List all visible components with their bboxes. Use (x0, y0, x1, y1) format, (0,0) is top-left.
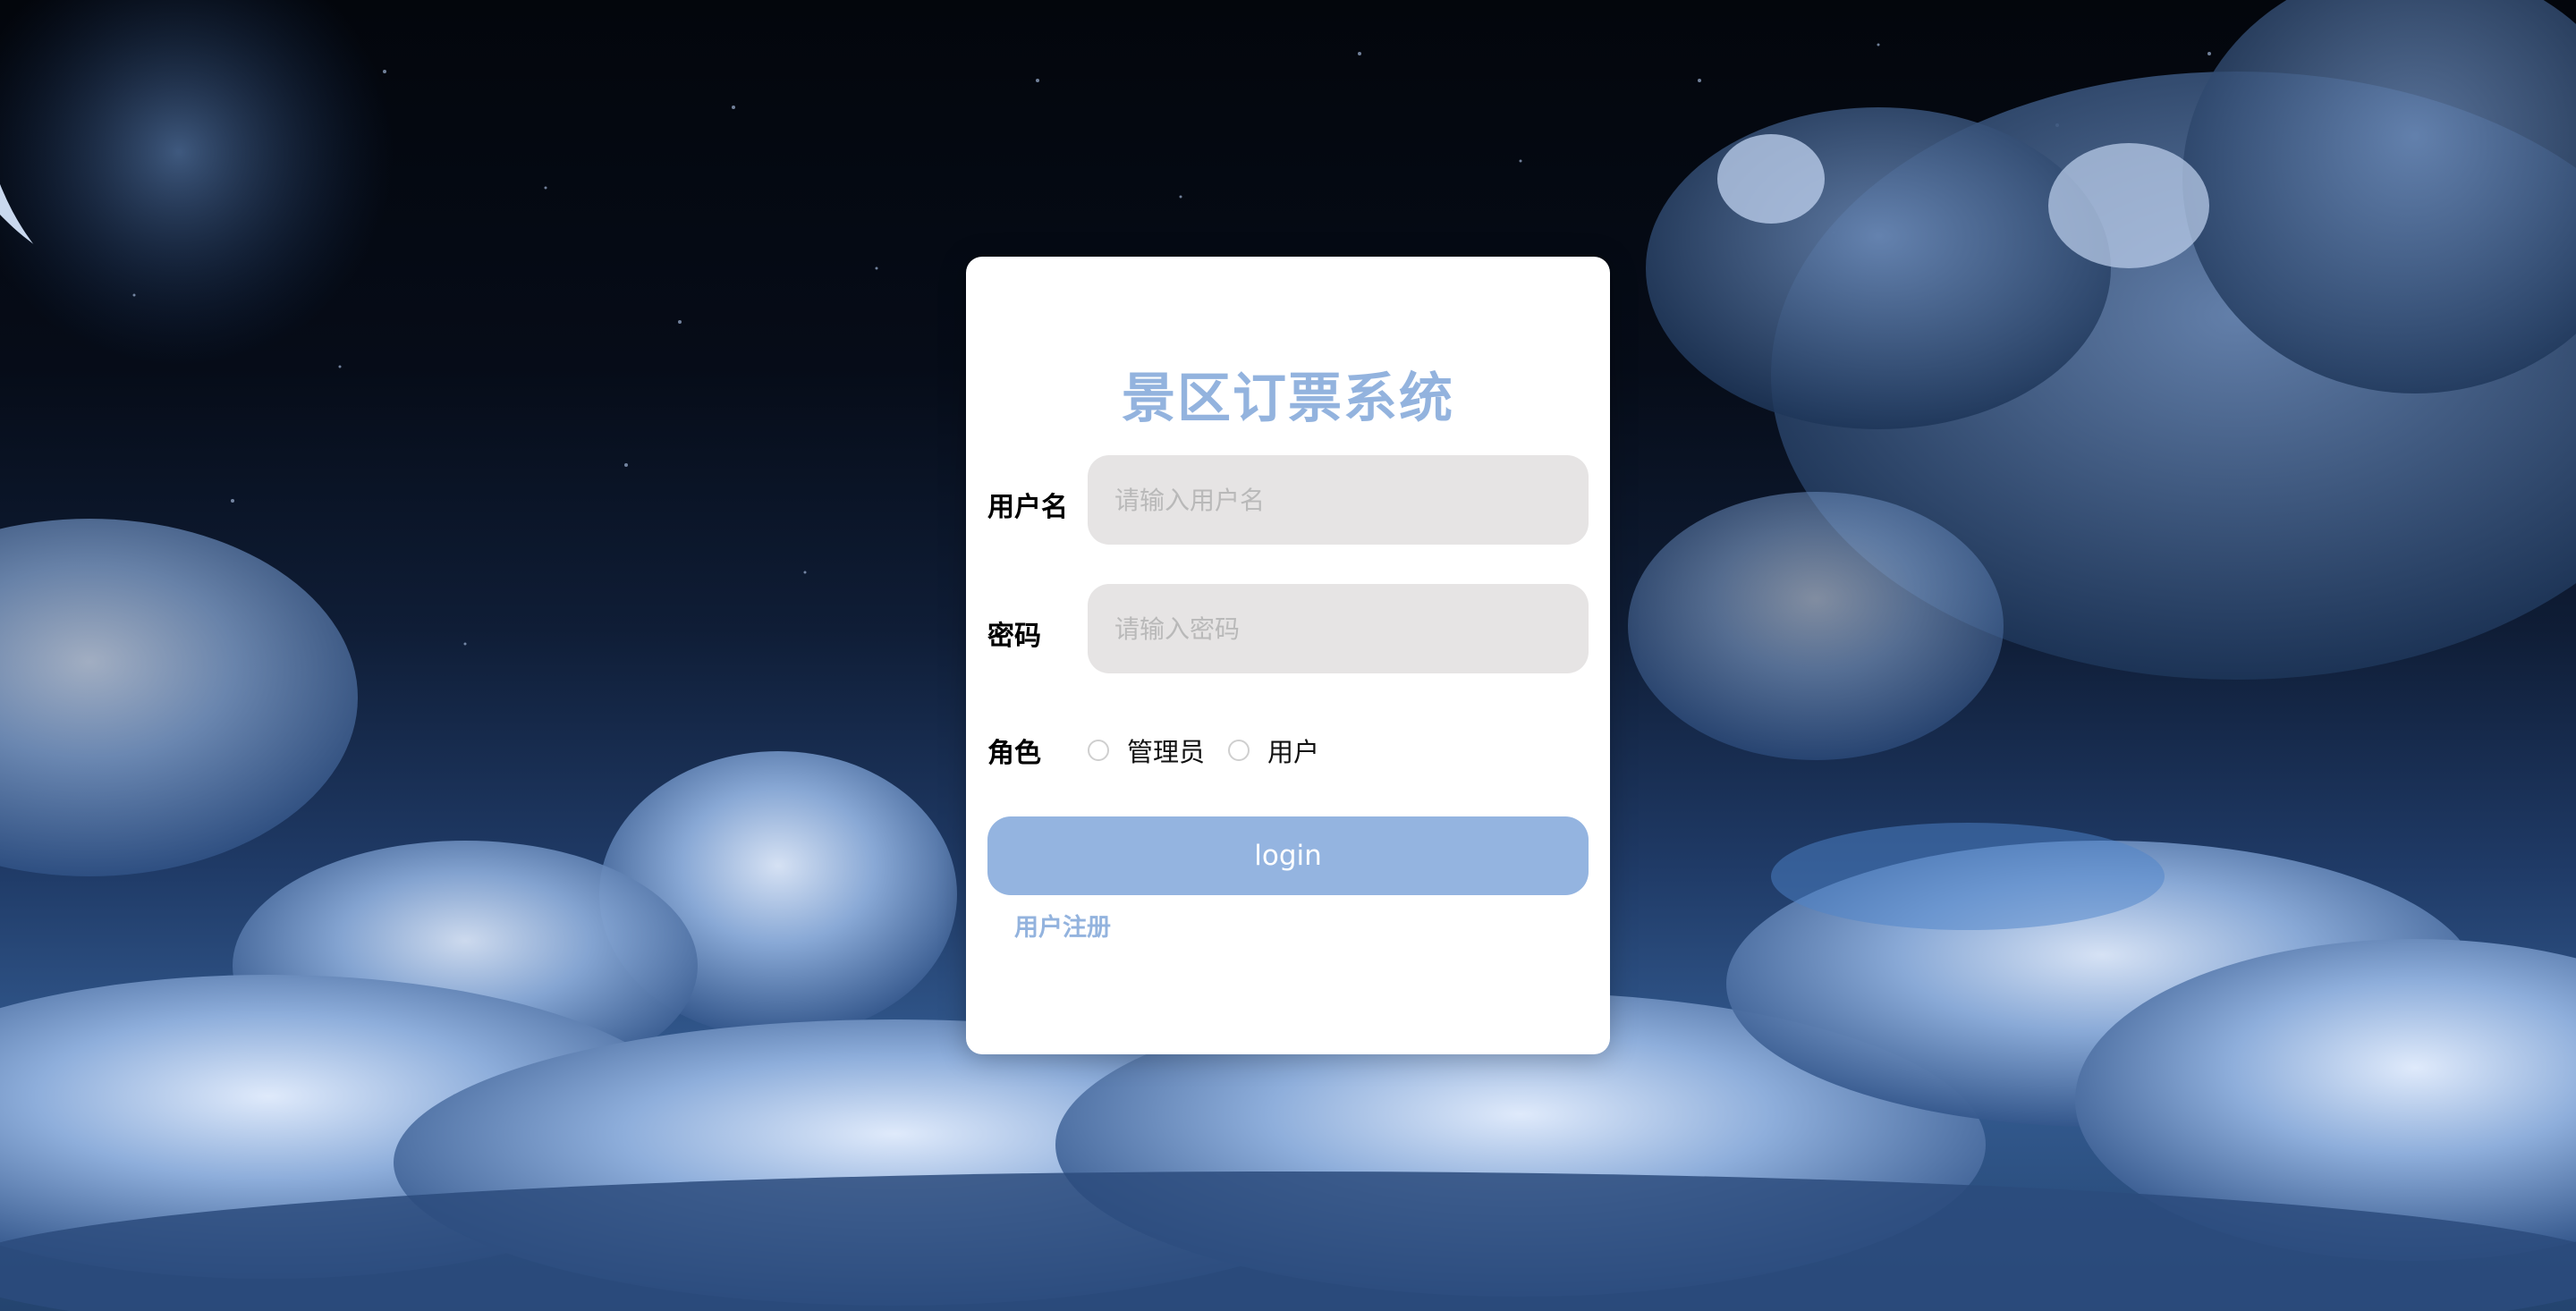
role-option-admin[interactable]: 管理员 (1088, 732, 1205, 769)
password-label: 密码 (987, 621, 1041, 652)
register-link[interactable]: 用户注册 (1014, 908, 1111, 943)
role-option-user-label: 用户 (1267, 737, 1320, 767)
role-label: 角色 (987, 738, 1041, 769)
role-option-admin-label: 管理员 (1127, 737, 1206, 767)
login-button[interactable]: login (987, 816, 1589, 895)
login-card: 景区订票系统 用户名 密码 角色 管理员 用户 login 用户注册 (966, 257, 1610, 1054)
role-option-user[interactable]: 用户 (1228, 732, 1319, 769)
radio-circle-icon[interactable] (1228, 740, 1250, 761)
radio-circle-icon[interactable] (1088, 740, 1109, 761)
moon-icon (0, 0, 447, 295)
role-radio-group: 管理员 用户 (1088, 731, 1343, 770)
password-input[interactable] (1088, 584, 1589, 673)
upper-clouds (1628, 0, 2576, 760)
system-title: 景区订票系统 (1122, 368, 1454, 430)
username-input[interactable] (1088, 455, 1589, 545)
username-label: 用户名 (987, 492, 1068, 523)
